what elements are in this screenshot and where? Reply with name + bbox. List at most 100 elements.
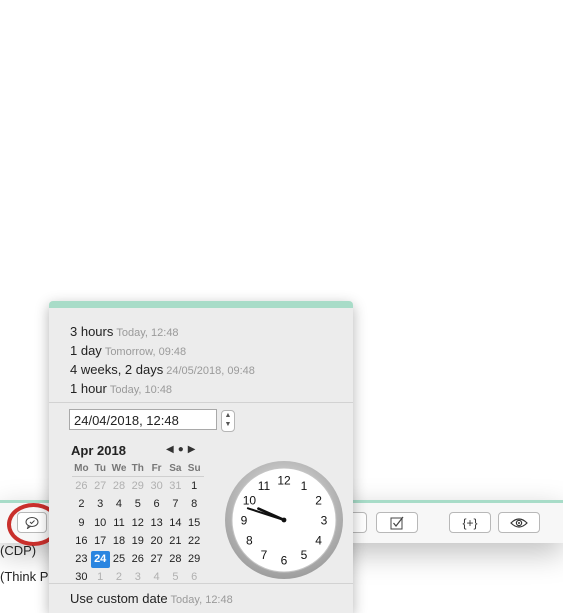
stepper-down-icon[interactable]: ▼ [222, 420, 234, 429]
clock-number: 10 [243, 494, 257, 508]
calendar-day[interactable]: 30 [72, 569, 91, 586]
calendar-day[interactable]: 26 [128, 551, 147, 568]
calendar-day[interactable]: 5 [128, 496, 147, 513]
calendar-day[interactable]: 29 [128, 478, 147, 495]
next-month-icon[interactable]: ▶ [188, 444, 200, 455]
preset-label: 3 hours [70, 324, 114, 339]
preset-detail: Today, 12:48 [116, 327, 179, 339]
calendar-day[interactable]: 4 [110, 496, 129, 513]
calendar-day[interactable]: 29 [185, 551, 204, 568]
preset-detail: Today, 10:48 [109, 384, 173, 396]
divider [49, 583, 353, 584]
calendar-day[interactable]: 24 [90, 551, 110, 569]
clock-center [281, 517, 287, 523]
preset-option[interactable]: 3 hours Today, 12:48 [70, 324, 179, 339]
calendar-month-label: Apr 2018 [71, 443, 126, 458]
preset-option[interactable]: 1 day Tomorrow, 09:48 [70, 343, 186, 358]
calendar-day[interactable]: 28 [166, 551, 185, 568]
calendar-day[interactable]: 14 [166, 515, 185, 532]
calendar-day[interactable]: 13 [147, 515, 166, 532]
calendar-day[interactable]: 1 [185, 478, 204, 495]
today-icon[interactable]: ● [178, 444, 188, 455]
calendar-day[interactable]: 3 [91, 496, 110, 513]
calendar-week-row: 30 1 2 3 4 5 6 [72, 569, 204, 586]
preset-label: 4 weeks, 2 days [70, 362, 164, 377]
background-row-text: (Think P [0, 569, 49, 584]
calendar-week-row: 16 17 18 19 20 21 22 [72, 533, 204, 550]
preset-label: 1 hour [70, 381, 107, 396]
calendar-nav: ◀●▶ [166, 444, 199, 455]
calendar-day[interactable]: 9 [72, 515, 91, 532]
calendar-day[interactable]: 22 [185, 533, 204, 550]
clock-number: 11 [258, 479, 271, 493]
calendar-day[interactable]: 12 [128, 515, 147, 532]
custom-date-label: Use custom date [70, 591, 168, 606]
clock-number: 4 [315, 534, 322, 548]
calendar-day[interactable]: 27 [91, 478, 110, 495]
calendar-day[interactable]: 19 [128, 533, 147, 550]
calendar-day[interactable]: 1 [91, 569, 110, 586]
divider [49, 402, 353, 403]
calendar-day[interactable]: 18 [110, 533, 129, 550]
calendar-day[interactable]: 10 [91, 515, 110, 532]
checkbox-button[interactable] [376, 512, 418, 533]
calendar-grid: Mo Tu We Th Fr Sa Su 26 27 28 29 30 31 1 2 3 4 5 6 7 8 9 10 11… [72, 462, 204, 587]
date-time-field[interactable]: 24/04/2018, 12:48 [69, 409, 217, 430]
clock-number: 5 [301, 548, 308, 562]
checkbox-icon [390, 516, 404, 529]
calendar-day[interactable]: 25 [110, 551, 129, 568]
preset-detail: Tomorrow, 09:48 [104, 346, 187, 358]
calendar-day[interactable]: 2 [110, 569, 129, 586]
calendar-week-row: 9 10 11 12 13 14 15 [72, 515, 204, 532]
calendar-day[interactable]: 28 [110, 478, 129, 495]
custom-date-option[interactable]: Use custom date Today, 12:48 [70, 591, 233, 606]
calendar-day[interactable]: 16 [72, 533, 91, 550]
calendar-day[interactable]: 3 [128, 569, 147, 586]
calendar-day[interactable]: 15 [185, 515, 204, 532]
date-stepper[interactable]: ▲ ▼ [221, 410, 235, 432]
clock-number: 6 [281, 554, 288, 568]
calendar-day[interactable]: 31 [166, 478, 185, 495]
clock-number: 7 [261, 548, 268, 562]
calendar-day[interactable]: 8 [185, 496, 204, 513]
calendar-day[interactable]: 6 [185, 569, 204, 586]
preview-button[interactable] [498, 512, 540, 533]
calendar-day[interactable]: 5 [166, 569, 185, 586]
calendar-day[interactable]: 21 [166, 533, 185, 550]
calendar-weekday-header: Mo Tu We Th Fr Sa Su [72, 462, 204, 477]
weekday-label: Sa [169, 463, 182, 474]
calendar-week-row: 23 24 25 26 27 28 29 [72, 551, 204, 569]
clock-number: 2 [315, 494, 322, 508]
reminder-popover: 3 hours Today, 12:48 1 day Tomorrow, 09:48… [49, 301, 353, 613]
preset-option[interactable]: 1 hour Today, 10:48 [70, 381, 172, 396]
calendar-day[interactable]: 6 [147, 496, 166, 513]
calendar-day[interactable]: 20 [147, 533, 166, 550]
weekday-label: Mo [74, 463, 89, 474]
background-row-text: (CDP) [0, 543, 37, 558]
clock-number: 3 [321, 514, 328, 528]
insert-variable-button[interactable]: {+} [449, 512, 491, 533]
calendar-day[interactable]: 11 [110, 515, 129, 532]
calendar-day[interactable]: 2 [72, 496, 91, 513]
custom-date-detail: Today, 12:48 [170, 594, 233, 606]
calendar-day[interactable]: 26 [72, 478, 91, 495]
toolbar-button-partial[interactable] [352, 512, 367, 533]
calendar-day[interactable]: 4 [147, 569, 166, 586]
calendar-day[interactable]: 23 [72, 551, 91, 568]
prev-month-icon[interactable]: ◀ [166, 444, 178, 455]
calendar-day[interactable]: 7 [166, 496, 185, 513]
analog-clock[interactable]: 12 12 3 45678 9 1011 [224, 460, 344, 580]
preset-label: 1 day [70, 343, 102, 358]
clock-number: 1 [301, 479, 308, 493]
clock-number: 9 [241, 514, 248, 528]
stepper-up-icon[interactable]: ▲ [222, 411, 234, 420]
calendar-week-row: 26 27 28 29 30 31 1 [72, 478, 204, 495]
calendar-day[interactable]: 30 [147, 478, 166, 495]
calendar-day[interactable]: 27 [147, 551, 166, 568]
calendar-week-row: 2345678 [72, 496, 204, 513]
calendar-day[interactable]: 17 [91, 533, 110, 550]
insert-variable-label: {+} [462, 515, 478, 530]
clock-number: 12 [277, 474, 291, 488]
weekday-label: Fr [151, 463, 162, 474]
preset-option[interactable]: 4 weeks, 2 days 24/05/2018, 09:48 [70, 362, 255, 377]
